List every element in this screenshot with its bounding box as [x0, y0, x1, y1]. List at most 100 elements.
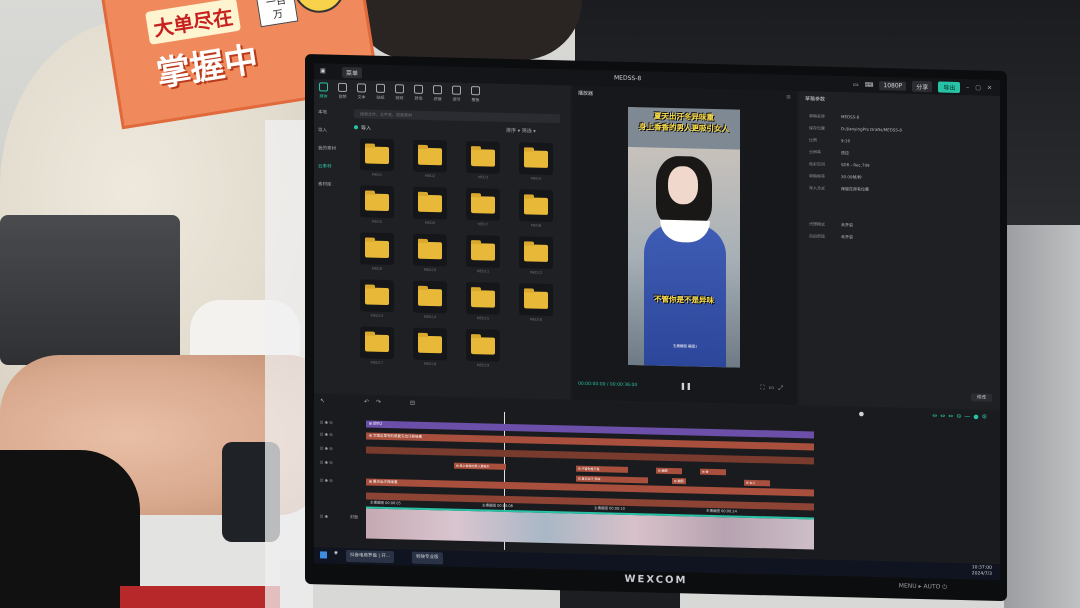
menu-button[interactable]: 菜单 [342, 66, 363, 79]
text-clip[interactable]: ⊞ 香 [700, 468, 726, 476]
folder-icon [471, 243, 495, 261]
toolbar-tab-4[interactable]: 特效 [390, 81, 409, 105]
select-tool-icon[interactable]: ↖ [320, 397, 325, 404]
folder-item[interactable]: MED5 [354, 185, 400, 225]
settings-icon[interactable]: ⚙ [982, 414, 990, 421]
property-row: 分辨率 适应 [809, 149, 849, 155]
video-preview[interactable]: 夏天出汗冬异味重 身上香香的男人更吸引女人 不管你是不是异味 主播截图 截图1 [628, 106, 740, 368]
monitor: ▣ 菜单 MEDSS-8 ▭ ⌨ 1080P 分享 导出 – ▢ ✕ 媒体 音频 文… [305, 54, 1007, 602]
shortcut-icon[interactable]: ⌨ [865, 82, 874, 89]
folder-label: MED11 [476, 269, 490, 274]
split-icon[interactable]: ⊟ [410, 400, 415, 407]
close-icon[interactable]: ✕ [987, 85, 992, 92]
side-nav-item[interactable]: 素材库 [314, 175, 346, 194]
taskbar-item-browser[interactable]: 抖音电商罗盘 | 开... [346, 550, 395, 564]
toolbar-tab-6[interactable]: 滤镜 [428, 82, 447, 106]
toolbar-tab-5[interactable]: 转场 [409, 82, 428, 106]
folder-item[interactable]: MED17 [354, 326, 400, 366]
folder-thumb [466, 234, 500, 268]
toolbar-tab-3[interactable]: 贴纸 [371, 81, 390, 105]
folder-item[interactable]: MED16 [513, 283, 559, 323]
folder-item[interactable]: MED18 [407, 327, 453, 367]
side-nav-item[interactable]: 本地 [314, 103, 346, 122]
microphone-icon[interactable]: ● [859, 411, 864, 418]
track-controls-4[interactable]: ⊡ ◉ ◎ [320, 459, 333, 464]
text-clip[interactable]: ⊞ 身上香香的男人更吸引 [454, 462, 506, 470]
text-clip[interactable]: ⊞ 夏天出汗 异味 [576, 475, 648, 484]
undo-icon[interactable]: ↶ [364, 398, 369, 405]
folder-item[interactable]: MED3 [460, 140, 506, 181]
windows-start-icon[interactable] [320, 551, 327, 559]
layout-icon[interactable]: ▭ [853, 81, 859, 88]
folder-item[interactable]: MED19 [460, 328, 506, 369]
folder-thumb [519, 142, 553, 176]
folder-item[interactable]: MED12 [513, 236, 559, 276]
folder-item[interactable]: MED8 [513, 189, 559, 229]
cover-label[interactable]: 封面 [350, 514, 358, 520]
text-clip[interactable]: ⊞ 女人 [744, 479, 770, 487]
resolution-badge[interactable]: 1080P [879, 81, 907, 91]
side-nav-item[interactable]: 导入 [314, 121, 346, 140]
taskbar-item-jianying[interactable]: 剪映专业版 [412, 551, 443, 565]
text-track-2[interactable] [366, 446, 814, 465]
zoom-slider[interactable]: —● [964, 413, 981, 420]
folder-item[interactable]: MED2 [407, 139, 453, 179]
folder-item[interactable]: MED10 [407, 233, 453, 273]
text-clip[interactable]: ⊞ 截图 [672, 477, 686, 485]
folder-icon [365, 287, 389, 306]
sort-filter[interactable]: 排序 ▾ 筛选 ▾ [506, 127, 536, 135]
toolbar-tab-label: 媒体 [319, 93, 328, 99]
browser-icon[interactable]: ◉ [334, 551, 338, 556]
main-video-track[interactable]: 主播截图 00:00:05 主播截图 00:00:08 主播截图 00:00:10 主… [366, 501, 814, 550]
track-controls-1[interactable]: ⊡ ◉ ◎ [320, 419, 333, 424]
toolbar-tab-8[interactable]: 模板 [466, 83, 485, 107]
toolbar-tab-label: 文本 [357, 94, 366, 100]
folder-item[interactable]: MED1 [354, 138, 400, 178]
folder-label: MED7 [477, 222, 489, 227]
folder-item[interactable]: MED11 [460, 234, 506, 275]
track-controls-3[interactable]: ⊡ ◉ ◎ [320, 445, 333, 450]
taskbar-date: 2024/7/3 [971, 571, 992, 577]
side-nav-item[interactable]: 云素材 [314, 157, 346, 176]
import-row[interactable]: 导入 [354, 124, 371, 132]
folder-item[interactable]: MED15 [460, 281, 506, 322]
titlebar-actions: ▭ ⌨ 1080P 分享 导出 – ▢ ✕ [853, 79, 992, 94]
folder-label: MED10 [423, 267, 437, 273]
media-search-input[interactable]: 搜索文件、文件夹、视频素材 [354, 109, 560, 124]
folder-item[interactable]: MED14 [407, 280, 453, 320]
text-clip[interactable]: ⊞ 不管你是不是 [576, 465, 628, 473]
toolbar-tab-0[interactable]: 媒体 [314, 79, 333, 103]
folder-thumb [466, 187, 500, 221]
track-controls-main[interactable]: ⊡ ◉ [320, 513, 328, 518]
minimize-icon[interactable]: – [966, 84, 969, 91]
folder-label: MED9 [371, 266, 383, 271]
modify-button[interactable]: 修改 [971, 393, 992, 402]
text-clip[interactable]: ⊞ 截图 [656, 467, 682, 475]
fullscreen-icon[interactable]: ⤢ [778, 385, 787, 392]
track-controls-2[interactable]: ⊡ ◉ ◎ [320, 431, 333, 436]
export-button[interactable]: 导出 [938, 81, 961, 94]
toolbar-tab-1[interactable]: 音频 [333, 80, 352, 104]
toolbar-tab-icon [338, 82, 347, 93]
side-nav-item[interactable]: 我的素材 [314, 139, 346, 158]
toolbar-tab-2[interactable]: 文本 [352, 80, 371, 104]
track-controls-5[interactable]: ⊡ ◉ ◎ [320, 477, 333, 482]
folder-item[interactable]: MED7 [460, 187, 506, 228]
share-button[interactable]: 分享 [912, 80, 933, 93]
folder-item[interactable]: MED4 [513, 142, 559, 182]
pause-icon[interactable]: ❚❚ [680, 382, 692, 390]
property-value: 保留在原有位置 [841, 186, 869, 192]
player-menu-icon[interactable]: ≡ [786, 94, 791, 101]
maximize-icon[interactable]: ▢ [975, 84, 981, 91]
aspect-icon[interactable]: ▭ [769, 384, 779, 391]
monitor-buttons[interactable]: MENU ▸ AUTO ⏻ [899, 583, 947, 592]
folder-item[interactable]: MED13 [354, 279, 400, 319]
folder-icon [471, 149, 495, 167]
redo-icon[interactable]: ↷ [376, 399, 381, 406]
toolbar-tab-7[interactable]: 调节 [447, 82, 466, 106]
toolbar-tab-icon [452, 85, 461, 95]
ratio-icon[interactable]: ⛶ [760, 384, 768, 391]
folder-item[interactable]: MED9 [354, 232, 400, 272]
folder-item[interactable]: MED6 [407, 186, 453, 226]
folder-label: MED2 [424, 173, 436, 179]
